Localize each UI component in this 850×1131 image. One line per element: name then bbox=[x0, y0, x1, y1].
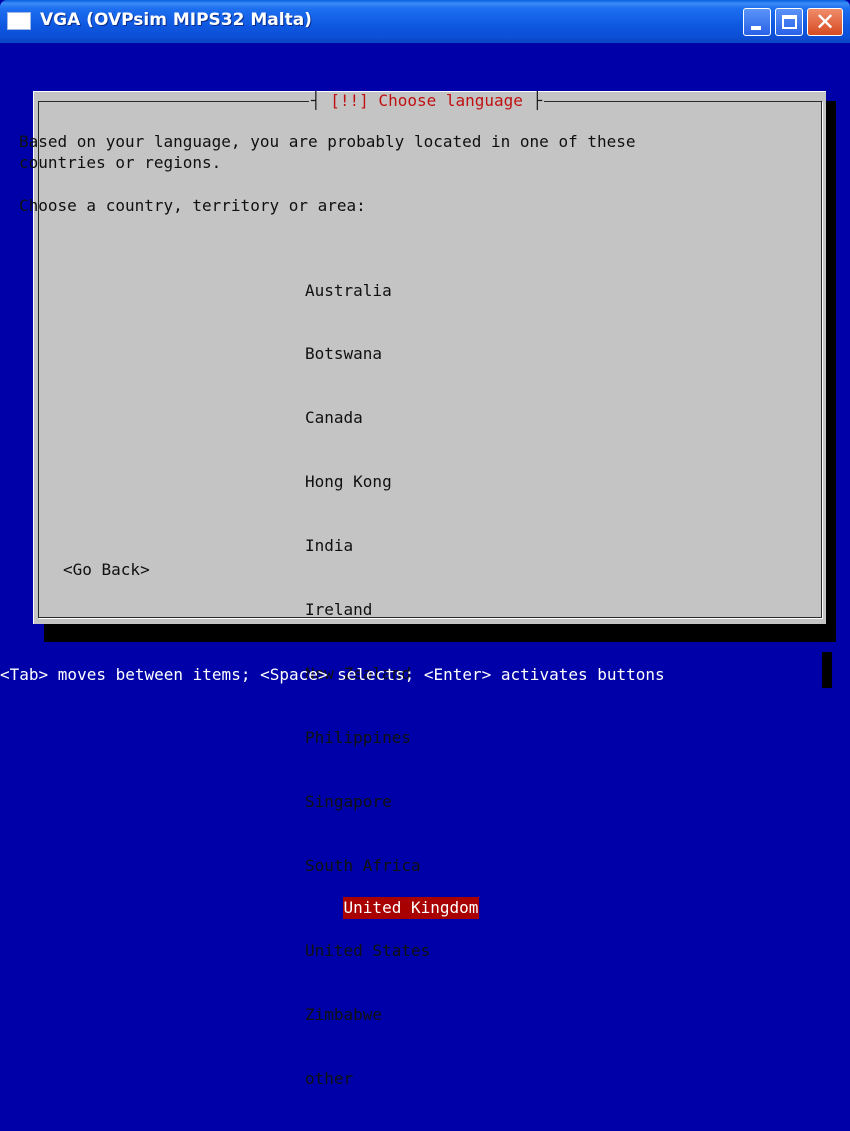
go-back-button[interactable]: <Go Back> bbox=[63, 559, 150, 580]
country-item-canada[interactable]: Canada bbox=[304, 407, 479, 428]
minimize-button[interactable] bbox=[743, 8, 771, 36]
country-item-botswana[interactable]: Botswana bbox=[304, 343, 479, 364]
maximize-button[interactable] bbox=[775, 8, 803, 36]
vga-console: ┤ [!!] Choose language ├ Based on your l… bbox=[0, 43, 850, 1088]
intro-text: Based on your language, you are probably… bbox=[19, 132, 636, 173]
dialog-title: ┤ [!!] Choose language ├ bbox=[309, 91, 545, 110]
country-item-hong-kong[interactable]: Hong Kong bbox=[304, 471, 479, 492]
country-item-ireland[interactable]: Ireland bbox=[304, 599, 479, 620]
country-item-other[interactable]: other bbox=[304, 1068, 479, 1089]
country-prompt: Choose a country, territory or area: bbox=[19, 196, 366, 215]
country-item-united-states[interactable]: United States bbox=[304, 940, 479, 961]
maximize-icon bbox=[782, 15, 797, 29]
country-item-india[interactable]: India bbox=[304, 535, 479, 556]
help-line: <Tab> moves between items; <Space> selec… bbox=[0, 665, 665, 684]
dialog-shadow bbox=[826, 101, 836, 642]
title-left-bracket: ┤ bbox=[311, 91, 331, 110]
close-button[interactable]: ✕ bbox=[807, 8, 843, 36]
country-item-united-kingdom-selected[interactable]: United Kingdom bbox=[342, 897, 480, 919]
close-icon: ✕ bbox=[814, 8, 836, 36]
country-item-south-africa[interactable]: South Africa bbox=[304, 855, 479, 876]
console-edge-shadow bbox=[822, 652, 832, 688]
title-right-bracket: ├ bbox=[522, 91, 543, 110]
country-item-singapore[interactable]: Singapore bbox=[304, 791, 479, 812]
country-item-australia[interactable]: Australia bbox=[304, 280, 479, 301]
country-item-zimbabwe[interactable]: Zimbabwe bbox=[304, 1004, 479, 1025]
terminal-window-icon bbox=[7, 12, 31, 30]
country-item-philippines[interactable]: Philippines bbox=[304, 727, 479, 748]
window-title: VGA (OVPsim MIPS32 Malta) bbox=[40, 10, 312, 30]
dialog-title-text: [!!] Choose language bbox=[330, 91, 523, 110]
window-title-bar[interactable]: VGA (OVPsim MIPS32 Malta) ✕ bbox=[0, 0, 850, 43]
minimize-icon bbox=[751, 26, 761, 30]
